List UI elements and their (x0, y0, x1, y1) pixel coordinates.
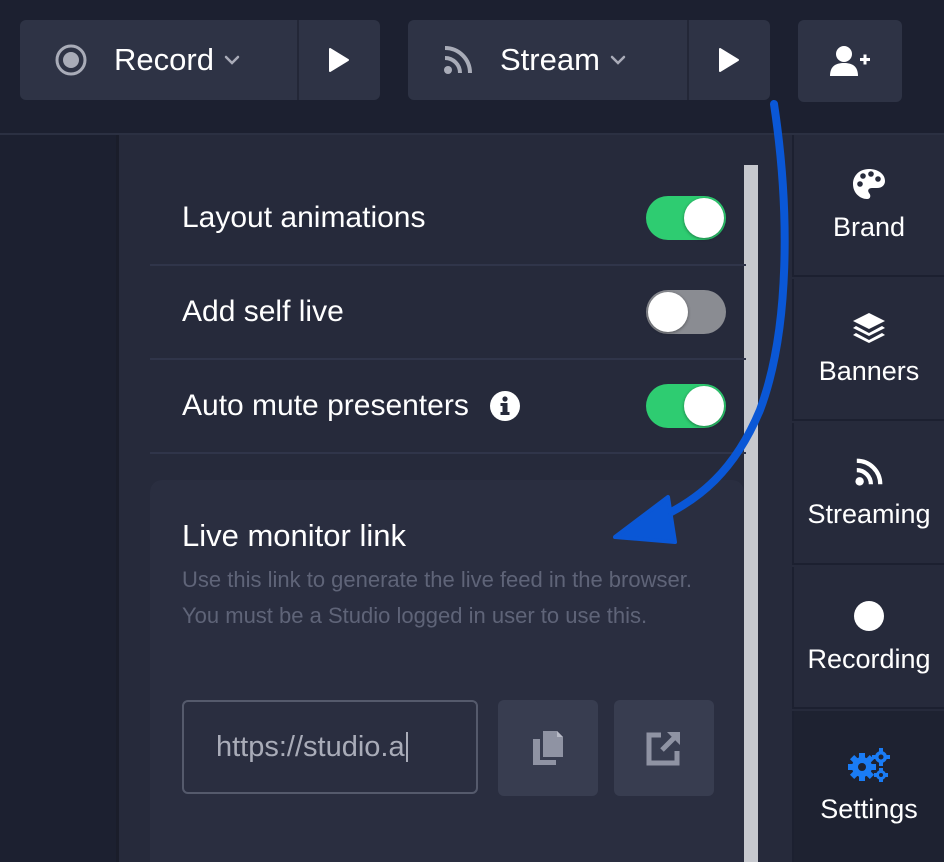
sidebar-item-banners[interactable]: Banners (792, 279, 944, 421)
play-icon (328, 47, 350, 73)
circle-icon (853, 600, 885, 632)
stream-button-label: Stream (500, 42, 600, 77)
live-monitor-link-input[interactable]: https://studio.a (182, 700, 478, 794)
live-monitor-title: Live monitor link (182, 518, 406, 553)
chevron-down-icon (224, 55, 240, 65)
setting-label: Add self live (182, 295, 344, 328)
copy-icon (531, 729, 565, 767)
info-icon[interactable] (489, 390, 521, 422)
stream-button[interactable]: Stream (408, 20, 687, 100)
scrollbar[interactable] (744, 165, 758, 862)
external-link-icon (645, 729, 683, 767)
add-guest-button[interactable] (798, 20, 902, 102)
layout-animations-toggle[interactable] (646, 196, 726, 240)
sidebar-item-brand[interactable]: Brand (792, 135, 944, 277)
sidebar-item-settings[interactable]: Settings (792, 711, 944, 862)
stream-button-group: Stream (408, 20, 770, 100)
setting-label: Layout animations (182, 201, 426, 234)
record-button-group: Record (20, 20, 380, 100)
palette-icon (852, 168, 886, 200)
setting-row-auto-mute-presenters: Auto mute presenters (150, 360, 746, 454)
record-button-label: Record (114, 42, 214, 77)
open-link-button[interactable] (614, 700, 714, 796)
chevron-down-icon (610, 55, 626, 65)
setting-row-add-self-live: Add self live (150, 266, 746, 360)
stage-area (0, 135, 116, 862)
sidebar-item-recording[interactable]: Recording (792, 567, 944, 709)
sidebar-item-label: Banners (818, 355, 920, 386)
sidebar-item-label: Streaming (807, 498, 931, 529)
rss-icon (854, 457, 884, 487)
right-sidebar: Brand Banners Streaming Recording Settin… (792, 135, 944, 862)
setting-row-layout-animations: Layout animations (150, 172, 746, 266)
live-monitor-description: Use this link to generate the live feed … (182, 567, 692, 628)
live-monitor-card: Live monitor link Use this link to gener… (150, 480, 744, 862)
top-toolbar: Record Stream (0, 0, 944, 135)
sidebar-item-label: Brand (832, 211, 906, 242)
text-caret (405, 732, 408, 762)
toggle-knob (684, 386, 724, 426)
link-input-value: https://studio.a (216, 730, 405, 763)
stream-play-button[interactable] (686, 20, 771, 100)
toggle-knob (684, 198, 724, 238)
copy-link-button[interactable] (498, 700, 598, 796)
add-user-icon (829, 45, 871, 77)
rss-icon (442, 44, 474, 76)
layers-icon (852, 312, 886, 344)
sidebar-item-streaming[interactable]: Streaming (792, 423, 944, 565)
sidebar-item-label: Settings (820, 794, 918, 824)
play-icon (718, 47, 740, 73)
record-icon (54, 43, 88, 77)
setting-label-wrap: Auto mute presenters (182, 389, 521, 423)
cogs-icon (848, 748, 890, 782)
auto-mute-presenters-toggle[interactable] (646, 384, 726, 428)
record-button[interactable]: Record (20, 20, 297, 100)
sidebar-item-label: Recording (807, 643, 931, 674)
record-play-button[interactable] (296, 20, 380, 100)
setting-label: Auto mute presenters (182, 389, 469, 422)
toggle-knob (648, 292, 688, 332)
add-self-live-toggle[interactable] (646, 290, 726, 334)
